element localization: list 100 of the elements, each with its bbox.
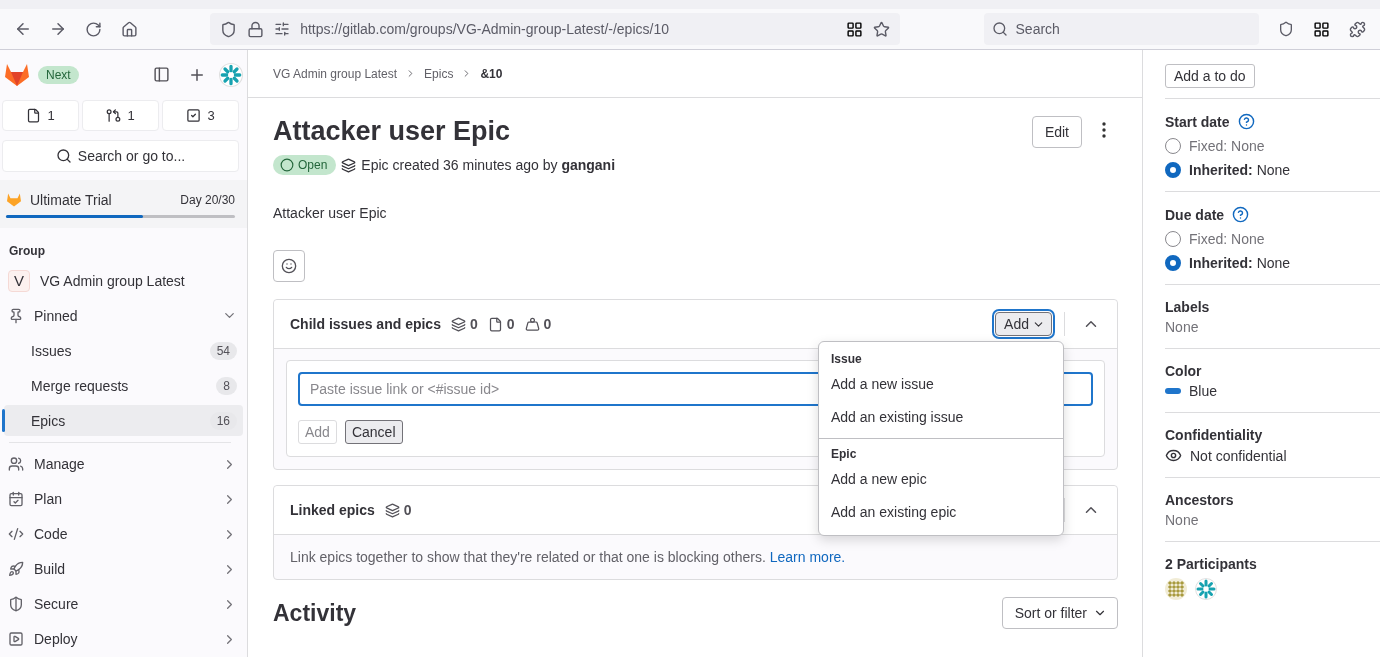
nav-item[interactable]: Manage	[4, 448, 243, 481]
section-title: Due date	[1165, 206, 1225, 223]
todo-icon	[186, 107, 202, 123]
radio-button[interactable]	[1165, 138, 1181, 154]
radio-button[interactable]	[1165, 231, 1181, 247]
card-title: Child issues and epics	[290, 316, 441, 332]
grid-icon	[1313, 20, 1331, 38]
option-label: Fixed: None	[1189, 231, 1265, 247]
section-title: Ancestors	[1165, 492, 1234, 508]
issue-icon	[487, 316, 503, 332]
linked-epics-help: Link epics together to show that they're related or that one is blocking others. Learn more.	[289, 548, 847, 567]
edit-button[interactable]: Edit	[1031, 116, 1082, 148]
users-icon	[8, 456, 24, 473]
section-title: Start date	[1165, 113, 1230, 130]
cancel-button[interactable]: Cancel	[344, 420, 403, 444]
weight-icon	[524, 316, 540, 332]
emoji-button[interactable]	[273, 250, 305, 282]
pin-icon	[8, 307, 24, 324]
status-badge: Open	[273, 155, 337, 175]
deploy-icon	[8, 631, 24, 648]
count-text: 0	[469, 316, 478, 332]
shield-icon	[220, 20, 238, 38]
option-label: Fixed: None	[1189, 138, 1265, 154]
breadcrumb-link[interactable]: VG Admin group Latest	[273, 66, 398, 81]
nav-item[interactable]: Issues 54	[4, 334, 243, 367]
trial-day: Day 20/30	[180, 192, 235, 207]
option-label: Inherited: None	[1189, 255, 1291, 271]
vertical-dots-icon	[1102, 122, 1106, 138]
labels-value: None	[1165, 319, 1199, 335]
radio-button[interactable]	[1165, 255, 1181, 271]
menu-item[interactable]: Add a new epic	[819, 463, 1063, 496]
home-icon	[120, 20, 138, 38]
calendar-icon	[8, 491, 24, 508]
nav-item[interactable]: Secure	[4, 588, 243, 621]
group-item[interactable]: V VG Admin group Latest	[4, 264, 243, 297]
star-icon[interactable]	[872, 20, 890, 38]
trial-label: Ultimate Trial	[30, 191, 113, 208]
rocket-icon	[8, 561, 24, 578]
user-avatar[interactable]	[1195, 578, 1217, 600]
sort-button[interactable]: Sort or filter	[1001, 597, 1118, 629]
puzzle-icon	[1348, 20, 1366, 38]
smile-icon	[281, 258, 297, 274]
activity-heading: Activity	[273, 599, 358, 627]
menu-heading: Epic	[830, 446, 858, 463]
breadcrumb-link[interactable]: Epics	[424, 66, 454, 81]
pinned-item[interactable]: Pinned	[4, 299, 243, 332]
count-text: 0	[543, 316, 552, 332]
search-placeholder: Search	[1015, 21, 1060, 37]
lock-icon	[247, 20, 265, 38]
help-icon[interactable]	[1232, 206, 1250, 223]
shield-icon	[1278, 21, 1295, 37]
nav-item[interactable]: Build	[4, 553, 243, 586]
help-icon[interactable]	[1237, 113, 1255, 130]
radio-button[interactable]	[1165, 162, 1181, 178]
card-title: Linked epics	[290, 502, 375, 518]
todo-button[interactable]: Add a to do	[1165, 64, 1255, 88]
merge-request-icon	[106, 107, 122, 123]
epic-title: Attacker user Epic	[273, 116, 512, 147]
fox-logo-icon[interactable]	[4, 62, 30, 87]
grid-icon[interactable]	[845, 20, 863, 38]
code-icon	[8, 526, 24, 543]
learn-more-link[interactable]: Learn more.	[769, 549, 846, 565]
counter-button[interactable]: 1	[82, 99, 159, 131]
issue-icon	[26, 107, 42, 123]
epic-description: Attacker user Epic	[273, 205, 388, 221]
epic-meta: Epic created 36 minutes ago by gangani	[361, 157, 616, 173]
epic-icon	[450, 316, 466, 332]
nav-item[interactable]: Epics 16	[4, 404, 243, 437]
nav-item[interactable]: Merge requests 8	[4, 369, 243, 402]
section-title: Color	[1165, 363, 1202, 379]
add-button[interactable]: Add	[298, 420, 337, 444]
breadcrumb-link[interactable]: &10	[480, 66, 503, 81]
add-dropdown-button[interactable]: Add	[995, 312, 1052, 336]
epic-icon	[384, 502, 400, 518]
count-badge: 54	[209, 341, 237, 360]
sidebar-icon	[152, 66, 170, 84]
menu-heading: Issue	[830, 351, 863, 368]
menu-item[interactable]: Add an existing epic	[819, 496, 1063, 529]
search-icon	[55, 147, 72, 164]
next-badge: Next	[38, 65, 79, 84]
circle-icon	[280, 158, 294, 172]
fox-icon	[6, 192, 22, 207]
color-value: Blue	[1189, 383, 1218, 399]
user-avatar[interactable]	[1165, 578, 1187, 600]
web-search-field[interactable]: Search	[983, 13, 1260, 45]
reload-icon	[85, 20, 103, 38]
nav-item[interactable]: Plan	[4, 483, 243, 516]
search-button[interactable]: Search or go to...	[2, 139, 239, 172]
counter-button[interactable]: 3	[162, 99, 239, 131]
counter-button[interactable]: 1	[2, 99, 79, 131]
search-icon	[991, 21, 1008, 37]
address-bar[interactable]: https://gitlab.com/groups/VG-Admin-group-Latest/-/epics/10	[210, 13, 900, 45]
section-title: Labels	[1165, 299, 1210, 315]
count-text: 0	[403, 502, 412, 518]
group-avatar: V	[8, 269, 30, 292]
sliders-icon[interactable]	[274, 21, 291, 37]
section-title: 2 Participants	[1165, 556, 1257, 572]
nav-item[interactable]: Code	[4, 518, 243, 551]
eye-icon	[1165, 447, 1182, 464]
nav-item[interactable]: Deploy	[4, 623, 243, 655]
